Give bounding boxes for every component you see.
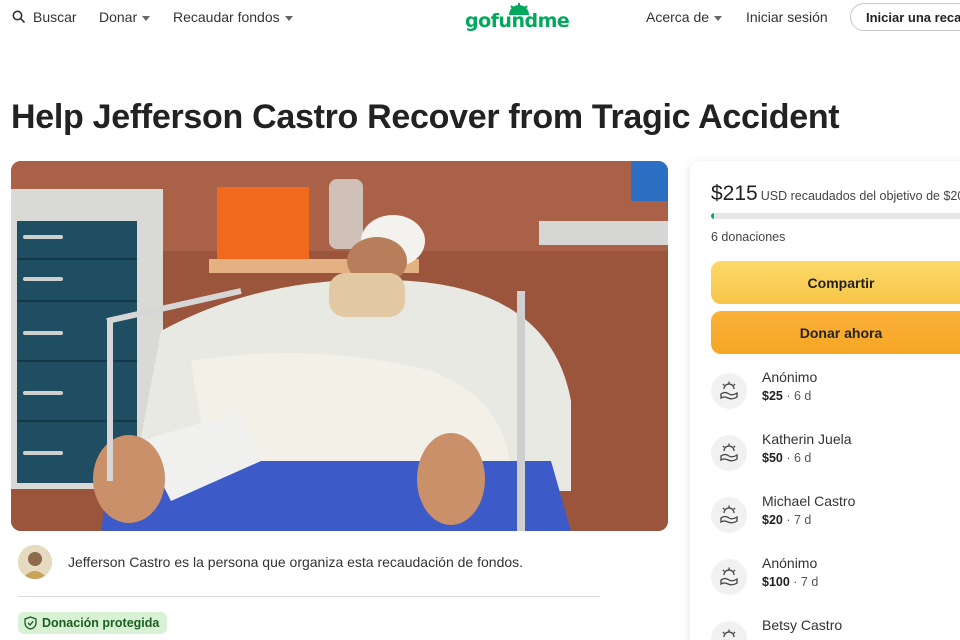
donate-now-button[interactable]: Donar ahora [711,311,960,354]
donor-meta-separator: · [782,451,794,465]
logo-text: gofundme [465,10,570,32]
donor-name: Betsy Castro [762,617,843,633]
donation-heart-icon [711,621,747,640]
donor-amount: $100 [762,575,790,589]
donor-meta-separator: · [789,575,801,589]
donor-name: Katherin Juela [762,431,852,447]
chevron-down-icon [142,15,151,21]
donor-time: 6 d [793,389,812,403]
donation-heart-icon [711,559,747,595]
raised-summary: $215 USD recaudados del objetivo de $20 [711,182,960,206]
donor-item: Michael Castro $20 · 7 d [711,493,960,537]
hospital-photo-illustration [11,161,668,531]
donor-item: Katherin Juela $50 · 6 d [711,431,960,475]
share-button[interactable]: Compartir [711,261,960,304]
donor-time: 6 d [793,451,812,465]
donation-heart-icon [711,497,747,533]
gofundme-logo[interactable]: gofundme [465,2,570,34]
donor-item: Anónimo $100 · 7 d [711,555,960,599]
start-fundraiser-button[interactable]: Iniciar una recaudación [850,3,960,31]
donor-item: Betsy Castro [711,617,960,640]
search-label: Buscar [33,9,77,25]
signin-link[interactable]: Iniciar sesión [746,9,828,25]
progress-bar [711,213,960,219]
fundraise-menu[interactable]: Recaudar fondos [173,9,293,25]
about-menu-label: Acerca de [646,9,710,25]
organizer-avatar-image [18,545,52,579]
donor-name: Anónimo [762,555,818,571]
donate-menu[interactable]: Donar [99,9,151,25]
top-nav: Buscar Donar Recaudar fondos gofundme Ac… [0,0,960,36]
donor-meta: $100 · 7 d [762,575,818,589]
search-link[interactable]: Buscar [12,9,77,25]
start-fundraiser-label: Iniciar una recaudación [866,10,960,25]
donation-panel: $215 USD recaudados del objetivo de $20 6… [690,161,960,640]
donor-meta-separator: · [782,513,794,527]
avatar[interactable] [18,545,52,579]
donor-time: 7 d [793,513,812,527]
campaign-photo[interactable] [11,161,668,531]
donor-amount: $25 [762,389,783,403]
about-menu[interactable]: Acerca de [646,9,723,25]
raised-amount: $215 [711,182,758,205]
progress-bar-fill [711,213,714,219]
divider [18,596,600,597]
organizer-row: Jefferson Castro es la persona que organ… [18,545,523,579]
donor-amount: $20 [762,513,783,527]
protected-donation-badge[interactable]: Donación protegida [18,612,168,634]
donor-name: Michael Castro [762,493,856,509]
donate-menu-label: Donar [99,9,138,25]
search-icon [12,10,26,24]
donate-now-button-label: Donar ahora [799,324,883,341]
donor-item: Anónimo $25 · 6 d [711,369,960,413]
donor-time: 7 d [800,575,819,589]
donor-amount: $50 [762,451,783,465]
donor-meta: $20 · 7 d [762,513,811,527]
page-title: Help Jefferson Castro Recover from Tragi… [11,98,840,136]
chevron-down-icon [714,15,723,21]
donor-meta-separator: · [782,389,794,403]
donor-meta: $25 · 6 d [762,389,811,403]
protected-donation-label: Donación protegida [42,616,160,630]
donor-meta: $50 · 6 d [762,451,811,465]
organizer-text: Jefferson Castro es la persona que organ… [68,554,524,570]
signin-label: Iniciar sesión [746,9,828,25]
donation-count: 6 donaciones [711,230,786,244]
shield-check-icon [24,616,37,630]
chevron-down-icon [284,15,293,21]
share-button-label: Compartir [807,274,875,291]
donation-heart-icon [711,435,747,471]
raised-goal-text: USD recaudados del objetivo de $20 [760,189,960,203]
fundraise-menu-label: Recaudar fondos [173,9,280,25]
donor-name: Anónimo [762,369,818,385]
donation-heart-icon [711,373,747,409]
